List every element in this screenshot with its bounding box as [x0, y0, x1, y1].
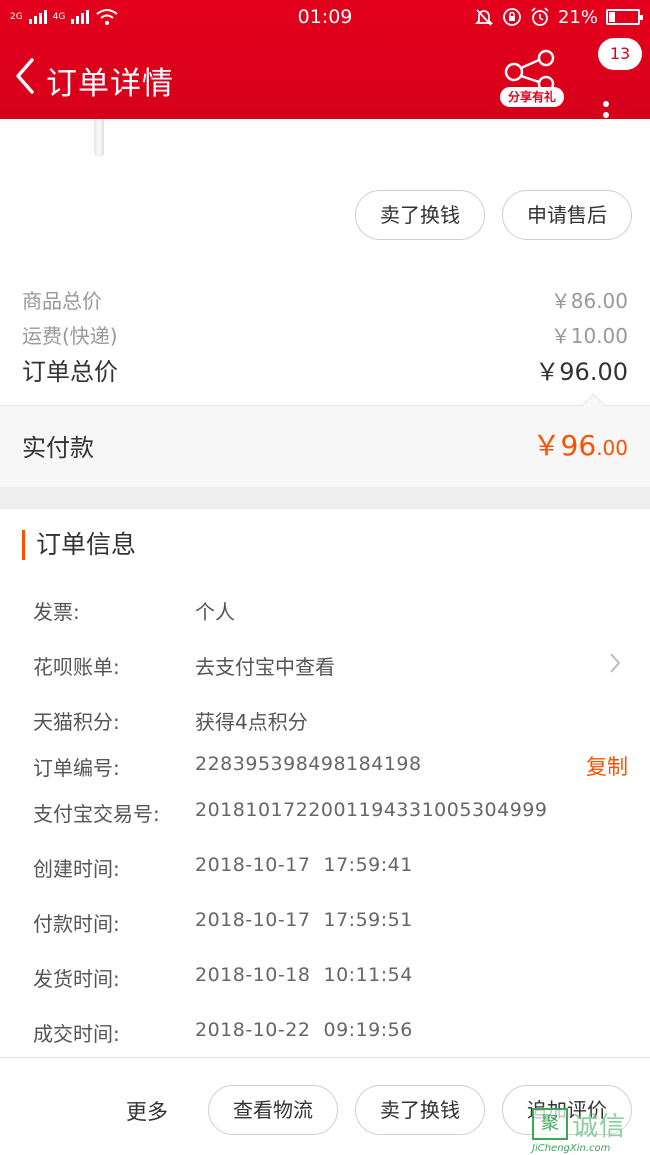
invoice-label: 发票:	[33, 600, 80, 624]
deal-time-label: 成交时间:	[33, 1022, 120, 1046]
section-divider	[0, 487, 650, 509]
paid-time-value: 2018-10-17 17:59:51	[195, 909, 413, 931]
more-button[interactable]: 更多	[126, 1096, 168, 1126]
page-title: 订单详情	[46, 66, 174, 102]
battery-fill	[609, 12, 615, 22]
sell-button[interactable]: 卖了换钱	[355, 190, 485, 240]
shipping-value: ￥10.00	[550, 324, 628, 348]
chevron-right-icon[interactable]	[608, 651, 622, 675]
status-time: 01:09	[297, 6, 353, 28]
paid-value-main: ￥96	[532, 429, 597, 462]
shipped-time-label: 发货时间:	[33, 967, 120, 991]
tmall-points-label: 天猫积分:	[33, 710, 120, 734]
copy-order-number-button[interactable]: 复制	[586, 751, 628, 781]
watermark-text: 诚信	[572, 1112, 627, 1142]
share-reward-label[interactable]: 分享有礼	[500, 87, 564, 107]
alipay-trade-number-value: 2018101722001194331005304999	[195, 799, 548, 821]
top-bar: 2G 4G 01:09 21% 订单详情 分享有礼	[0, 0, 650, 119]
huabei-bill-value[interactable]: 去支付宝中查看	[195, 651, 335, 680]
order-total-value: ￥96.00	[535, 358, 628, 386]
bottom-sell-button[interactable]: 卖了换钱	[355, 1085, 485, 1135]
paid-value-decimal: .00	[596, 436, 628, 460]
paid-label: 实付款	[22, 434, 94, 462]
message-count-badge[interactable]: 13	[598, 38, 642, 70]
order-number-value: 228395398498184198	[195, 753, 422, 775]
product-image-fragment	[94, 119, 104, 157]
created-time-label: 创建时间:	[33, 857, 120, 881]
order-total-label: 订单总价	[22, 358, 118, 386]
paid-value: ￥96.00	[533, 424, 628, 464]
status-bar: 2G 4G 01:09 21%	[0, 0, 650, 34]
invoice-value: 个人	[195, 600, 235, 624]
order-number-label: 订单编号:	[33, 756, 120, 780]
back-arrow-icon[interactable]	[10, 54, 40, 98]
watermark-url: JiChengXin.com	[532, 1143, 611, 1154]
goods-total-label: 商品总价	[22, 289, 102, 313]
tmall-points-value: 获得4点积分	[195, 710, 308, 734]
paid-amount-panel: 实付款 ￥96.00	[0, 405, 650, 487]
deal-time-value: 2018-10-22 09:19:56	[195, 1019, 413, 1041]
watermark-logo-icon: 聚	[532, 1108, 568, 1140]
alipay-trade-number-label: 支付宝交易号:	[33, 802, 160, 826]
view-logistics-button[interactable]: 查看物流	[208, 1085, 338, 1135]
header: 订单详情 分享有礼	[0, 34, 650, 119]
shipped-time-value: 2018-10-18 10:11:54	[195, 964, 413, 986]
after-sale-button[interactable]: 申请售后	[502, 190, 632, 240]
battery-icon	[606, 9, 643, 25]
huabei-bill-label[interactable]: 花呗账单:	[33, 651, 120, 680]
paid-time-label: 付款时间:	[33, 912, 120, 936]
goods-total-value: ￥86.00	[550, 289, 628, 313]
created-time-value: 2018-10-17 17:59:41	[195, 854, 413, 876]
more-menu-icon[interactable]	[598, 100, 614, 130]
order-info-title: 订单信息	[22, 530, 136, 560]
shipping-label: 运费(快递)	[22, 324, 118, 348]
site-watermark: 聚 诚信 JiChengXin.com	[532, 1102, 650, 1155]
